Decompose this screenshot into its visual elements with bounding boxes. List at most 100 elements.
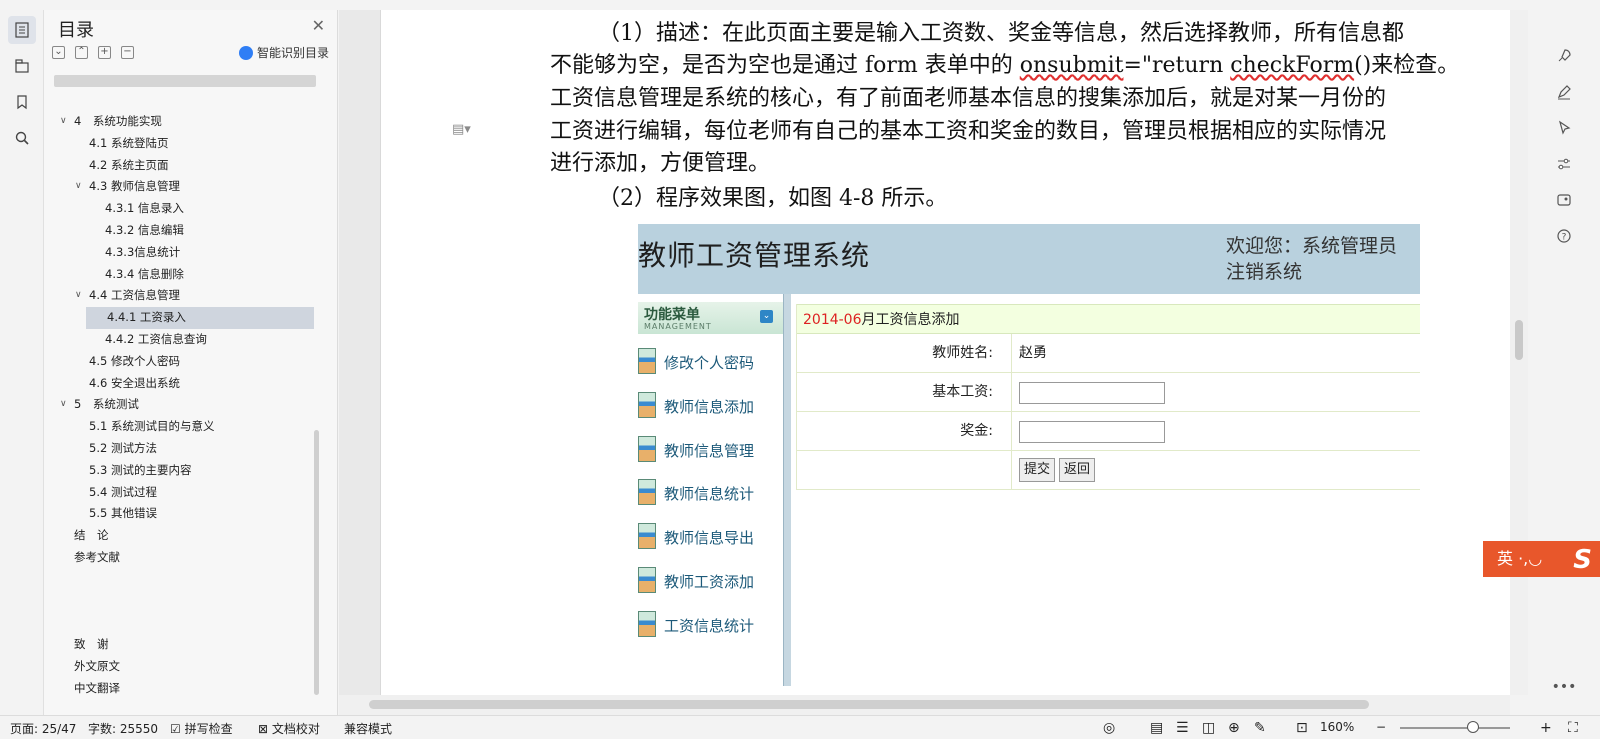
pen-icon[interactable] [1552, 80, 1576, 104]
image-tool-icon[interactable] [1552, 188, 1576, 212]
zoom-out-icon[interactable]: − [1376, 720, 1386, 734]
ime-toolbar[interactable]: 英 ·,◡ S [1483, 541, 1600, 577]
more-icon[interactable]: ••• [1552, 675, 1577, 699]
search-icon[interactable] [8, 124, 36, 152]
toc-item[interactable]: 4.5 修改个人密码 [44, 351, 324, 373]
chevron-down-icon[interactable]: ∨ [75, 176, 82, 198]
toc-item[interactable]: 4.6 安全退出系统 [44, 373, 324, 395]
vertical-scroll-thumb[interactable] [1515, 320, 1523, 360]
smart-toc-label: 智能识别目录 [256, 46, 329, 60]
smart-toc-button[interactable]: 智能识别目录 [238, 44, 329, 61]
horizontal-scrollbar[interactable] [339, 695, 1510, 715]
cursor-icon[interactable] [1552, 116, 1576, 140]
spell-check-button[interactable]: ☑ 拼写检查 [170, 720, 233, 737]
page-view-icon[interactable]: ▤ [1150, 720, 1163, 736]
toc-item[interactable]: 5.3 测试的主要内容 [44, 460, 324, 482]
toc-item[interactable]: 外文原文 [44, 656, 324, 678]
figure-form-heading: 2014-06月工资信息添加 [797, 304, 1420, 334]
chevron-down-icon[interactable]: ∨ [75, 285, 82, 307]
fit-page-icon[interactable]: ⊡ [1296, 720, 1308, 736]
toc-item-label: 4.3.1 信息录入 [105, 201, 184, 216]
horizontal-scroll-thumb[interactable] [369, 700, 1369, 709]
toc-item[interactable] [44, 612, 324, 634]
toc-item[interactable]: 致 谢 [44, 634, 324, 656]
figure-menu: 功能菜单 MANAGEMENT ⌄ 修改个人密码 教师信息添加 教师信息管理 教师信息… [638, 294, 783, 686]
page-counter[interactable]: 页面: 25/47 [10, 720, 76, 737]
toc-item[interactable]: 4.3.4 信息删除 [44, 264, 324, 286]
figure-salary-input [1019, 382, 1165, 404]
fullscreen-icon[interactable]: ⛶ [1568, 720, 1578, 736]
pen-mode-icon[interactable]: ✎ [1254, 720, 1266, 736]
toc-icon[interactable] [8, 16, 36, 44]
wps-writer-window: 目录 ✕ ⌄ ⌃ + − 智能识别目录 ∨ 4 系统功能实现 4.1 系统登陆页 4.… [0, 0, 1600, 739]
chevron-down-icon[interactable]: ∨ [60, 111, 67, 133]
outline-view-icon[interactable]: ☰ [1176, 720, 1189, 736]
toc-item[interactable]: 4.1 系统登陆页 [44, 133, 324, 155]
toc-item[interactable]: 4.3.2 信息编辑 [44, 220, 324, 242]
toc-item[interactable]: 4.3.3信息统计 [44, 242, 324, 264]
eye-icon[interactable]: ◎ [1103, 720, 1115, 736]
chapter-nav-icon[interactable] [8, 52, 36, 80]
toc-item[interactable]: 4.3.1 信息录入 [44, 198, 324, 220]
toc-item[interactable]: 5.5 其他错误 [44, 503, 324, 525]
toc-item[interactable]: ∨ 5 系统测试 [44, 394, 324, 416]
zoom-slider[interactable] [1400, 727, 1510, 729]
toc-scroll-bar[interactable] [54, 75, 316, 87]
toc-item-label: 4.6 安全退出系统 [89, 375, 180, 390]
toc-item-label: 4.5 修改个人密码 [89, 353, 180, 368]
toc-item[interactable] [44, 591, 324, 613]
zoom-in-icon[interactable]: + [1540, 720, 1552, 736]
toc-item[interactable]: 4.4.1 工资录入 [86, 307, 314, 329]
paragraph-handle-icon[interactable]: ▤▾ [452, 122, 471, 137]
read-view-icon[interactable]: ◫ [1202, 720, 1215, 736]
web-view-icon[interactable]: ⊕ [1228, 720, 1240, 736]
toc-item[interactable]: ∨ 4.4 工资信息管理 [44, 285, 324, 307]
vertical-scrollbar[interactable] [1510, 10, 1528, 695]
rocket-icon[interactable] [1552, 44, 1576, 68]
toc-item[interactable]: 结 论 [44, 525, 324, 547]
toc-item[interactable] [44, 569, 324, 591]
toc-item-label: 外文原文 [74, 658, 120, 673]
toc-list: ∨ 4 系统功能实现 4.1 系统登陆页 4.2 系统主页面 ∨ 4.3 教师信息管理 4.… [44, 111, 324, 700]
chevron-down-icon[interactable]: ∨ [60, 394, 67, 416]
spell-underline-run: onsubmit [1019, 53, 1124, 78]
figure-menu-item: 工资信息统计 [638, 609, 783, 641]
toc-item[interactable]: 5.4 测试过程 [44, 482, 324, 504]
figure-screenshot[interactable]: 教师工资管理系统 欢迎您：系统管理员 注销系统 功能菜单 MANAGEMENT … [638, 224, 1420, 686]
collapse-all-icon[interactable]: ⌄ [52, 46, 65, 59]
proofread-button[interactable]: ⊠ 文档校对 [258, 720, 320, 737]
figure-form-row: 教师姓名: 赵勇 [797, 334, 1420, 373]
figure-menu-header: 功能菜单 MANAGEMENT ⌄ [638, 302, 783, 334]
toc-item[interactable]: 4.2 系统主页面 [44, 155, 324, 177]
toc-item-label: 结 论 [74, 528, 109, 543]
toc-item-label: 4.3 教师信息管理 [89, 179, 180, 194]
toc-item[interactable]: 中文翻译 [44, 678, 324, 700]
toc-item[interactable]: 4.4.2 工资信息查询 [44, 329, 324, 351]
remove-level-icon[interactable]: − [121, 46, 134, 59]
toc-item[interactable]: 5.2 测试方法 [44, 438, 324, 460]
toc-item-label: 4.2 系统主页面 [89, 157, 169, 172]
figure-form-row: 提交 返回 [797, 451, 1420, 490]
bookmark-icon[interactable] [8, 88, 36, 116]
toc-title: 目录 [58, 20, 94, 41]
toc-item[interactable]: 参考文献 [44, 547, 324, 569]
zoom-slider-handle[interactable] [1467, 721, 1479, 733]
toc-item-label: 5.2 测试方法 [89, 440, 157, 455]
smart-toc-icon [238, 45, 253, 60]
add-level-icon[interactable]: + [98, 46, 111, 59]
sliders-icon[interactable] [1552, 152, 1576, 176]
expand-up-icon[interactable]: ⌃ [75, 46, 88, 59]
toc-scrollbar[interactable] [314, 430, 319, 695]
toc-item[interactable]: 5.1 系统测试目的与意义 [44, 416, 324, 438]
word-count[interactable]: 字数: 25550 [88, 720, 158, 737]
toc-toolbar: ⌄ ⌃ + − [52, 46, 134, 59]
toc-item[interactable]: ∨ 4.3 教师信息管理 [44, 176, 324, 198]
paragraph-1-line-2: 不能够为空，是否为空也是通过 form 表单中的 onsubmit="retur… [550, 50, 1510, 83]
sogou-logo: S [1573, 545, 1592, 575]
close-icon[interactable]: ✕ [312, 16, 325, 35]
zoom-level[interactable]: 160% [1320, 720, 1354, 734]
toc-item-label: 4.4 工资信息管理 [89, 288, 180, 303]
toc-item[interactable]: ∨ 4 系统功能实现 [44, 111, 324, 133]
figure-empty-label [797, 451, 1012, 490]
help-icon[interactable]: ? [1552, 224, 1576, 248]
